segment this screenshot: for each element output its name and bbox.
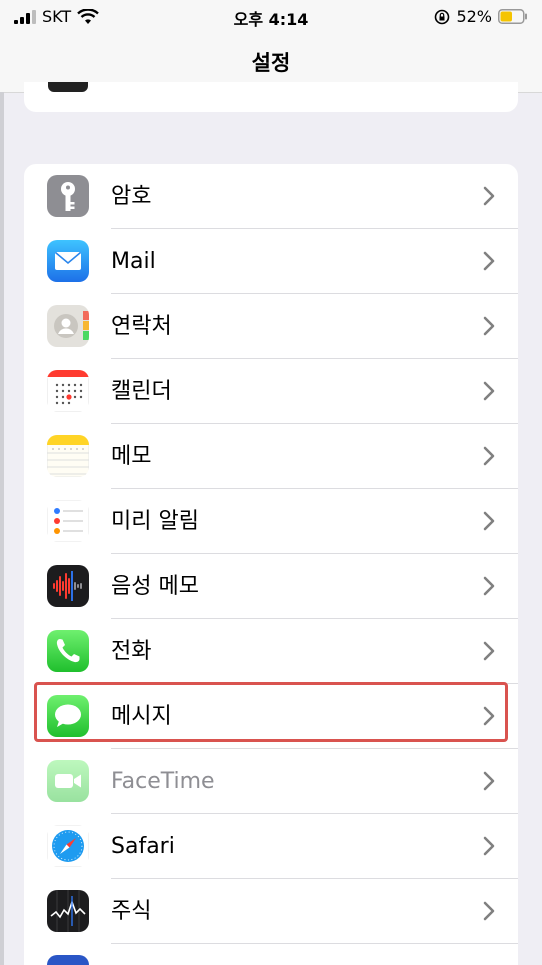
notes-icon [47, 435, 89, 477]
mail-icon [47, 240, 89, 282]
settings-row-label: 미리 알림 [111, 509, 199, 534]
phone-icon [47, 630, 89, 672]
settings-row-voice-memos[interactable]: 음성 메모 [24, 554, 518, 619]
chevron-right-icon [483, 641, 495, 661]
settings-row-label: Safari [111, 834, 175, 859]
status-bar: SKT 오후 4:14 52% [0, 0, 542, 34]
chevron-right-icon [483, 771, 495, 791]
left-edge-shadow [0, 92, 4, 965]
settings-row-label: Mail [111, 249, 156, 274]
settings-row-label: 음성 메모 [111, 574, 199, 599]
key-icon [47, 175, 89, 217]
settings-row-calendar[interactable]: 캘린더 [24, 359, 518, 424]
chevron-right-icon [483, 576, 495, 596]
settings-row-contacts[interactable]: 연락처 [24, 294, 518, 359]
settings-row-mail[interactable]: Mail [24, 229, 518, 294]
settings-group: 암호 Mail 연락처 캘린더 메모 미리 알림 음성 메모 전화 메시지 Fa… [24, 164, 518, 965]
settings-row-label: 전화 [111, 639, 152, 664]
page-title: 설정 [251, 51, 291, 75]
settings-row-passwords[interactable]: 암호 [24, 164, 518, 229]
contacts-icon [47, 305, 89, 347]
stocks-icon [47, 890, 89, 932]
orientation-lock-icon [435, 9, 450, 24]
partial-app-icon [47, 955, 89, 965]
chevron-right-icon [483, 316, 495, 336]
battery-percent: 52% [456, 7, 492, 26]
settings-row-phone[interactable]: 전화 [24, 619, 518, 684]
partial-row-icon [48, 82, 88, 92]
voice-memos-icon [47, 565, 89, 607]
calendar-icon [47, 370, 89, 412]
settings-row-partial [24, 944, 518, 965]
settings-row-label: 주식 [111, 899, 152, 924]
safari-icon [47, 825, 89, 867]
settings-row-label: 메모 [111, 444, 152, 469]
settings-row-label: 캘린더 [111, 379, 172, 404]
chevron-right-icon [483, 706, 495, 726]
settings-row-label: 메시지 [111, 704, 172, 729]
settings-row-notes[interactable]: 메모 [24, 424, 518, 489]
settings-row-label: 암호 [111, 184, 152, 209]
settings-row-messages[interactable]: 메시지 [24, 684, 518, 749]
chevron-right-icon [483, 901, 495, 921]
settings-row-label: 연락처 [111, 314, 172, 339]
chevron-right-icon [483, 381, 495, 401]
chevron-right-icon [483, 446, 495, 466]
settings-row-label: FaceTime [111, 769, 215, 794]
facetime-icon [47, 760, 89, 802]
settings-row-safari[interactable]: Safari [24, 814, 518, 879]
chevron-right-icon [483, 251, 495, 271]
chevron-right-icon [483, 511, 495, 531]
reminders-icon [47, 500, 89, 542]
messages-icon [47, 695, 89, 737]
settings-row-reminders[interactable]: 미리 알림 [24, 489, 518, 554]
chevron-right-icon [483, 186, 495, 206]
chevron-right-icon [483, 836, 495, 856]
settings-row-facetime[interactable]: FaceTime [24, 749, 518, 814]
status-right: 52% [434, 7, 528, 26]
previous-settings-group [24, 82, 518, 112]
battery-icon [498, 9, 527, 24]
settings-row-stocks[interactable]: 주식 [24, 879, 518, 944]
